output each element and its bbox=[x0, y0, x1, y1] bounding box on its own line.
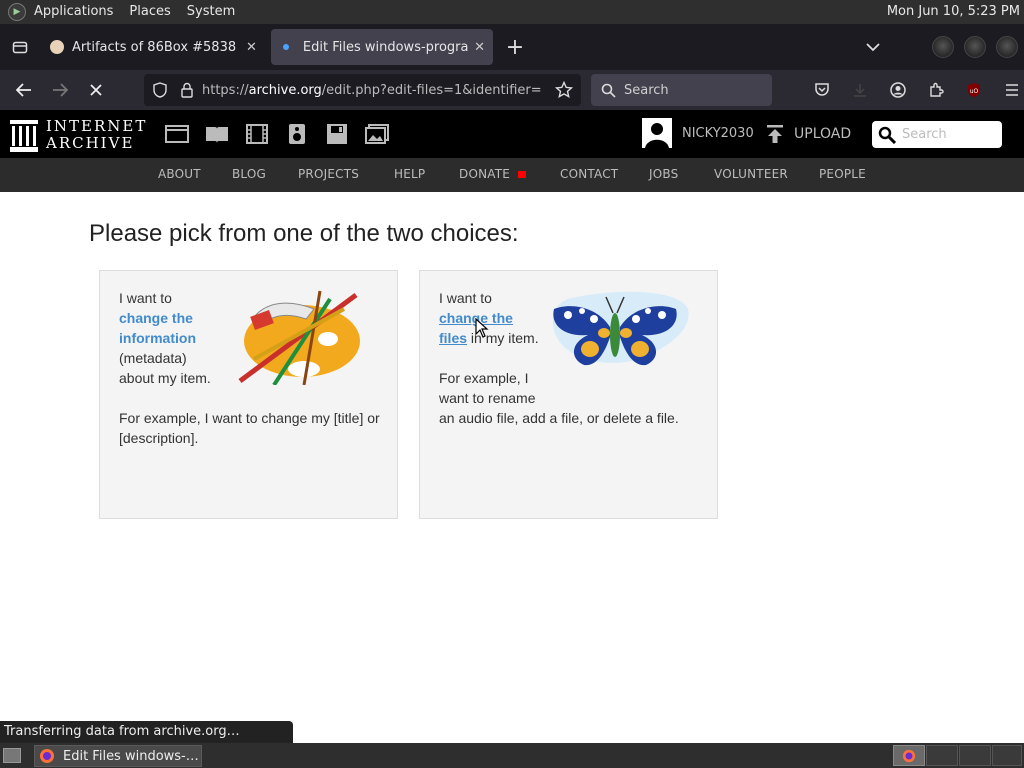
system-panel: ▶ Applications Places System Mon Jun 10,… bbox=[0, 0, 1024, 24]
url-path: /edit.php?edit-files=1&identifier=wi bbox=[321, 82, 542, 98]
menu-places[interactable]: Places bbox=[121, 0, 178, 24]
change-files-link-2[interactable]: files bbox=[439, 330, 467, 346]
url-text[interactable]: https://archive.org/edit.php?edit-files=… bbox=[202, 83, 542, 98]
bookmark-star-icon[interactable] bbox=[555, 81, 573, 99]
video-icon[interactable] bbox=[245, 124, 269, 144]
close-tab-icon[interactable]: ✕ bbox=[246, 40, 257, 55]
card2-line4: want to rename bbox=[439, 390, 536, 406]
tracking-shield-icon[interactable] bbox=[152, 82, 168, 98]
nav-help[interactable]: HELP bbox=[394, 167, 425, 181]
paint-palette-icon bbox=[234, 289, 370, 390]
nav-jobs[interactable]: JOBS bbox=[649, 167, 678, 181]
firefox-icon bbox=[40, 749, 54, 763]
search-icon bbox=[878, 126, 896, 144]
nav-about[interactable]: ABOUT bbox=[158, 167, 201, 181]
mouse-cursor-icon bbox=[475, 318, 489, 338]
ublock-origin-icon[interactable]: uO bbox=[956, 74, 992, 106]
ia-search-input[interactable]: Search bbox=[872, 121, 1002, 148]
texts-icon[interactable] bbox=[205, 124, 229, 144]
firefox-icon bbox=[902, 749, 916, 762]
menu-applications[interactable]: Applications bbox=[26, 0, 121, 24]
url-bar[interactable]: https://archive.org/edit.php?edit-files=… bbox=[144, 74, 581, 106]
loading-favicon-icon bbox=[283, 44, 289, 50]
show-desktop-icon[interactable] bbox=[3, 748, 21, 763]
page-heading: Please pick from one of the two choices: bbox=[89, 220, 519, 247]
upload-icon bbox=[767, 125, 783, 143]
ia-logo-line2: ARCHIVE bbox=[46, 134, 135, 152]
choice-card-files[interactable]: I want to change the files in my item. F… bbox=[419, 270, 718, 519]
new-tab-icon[interactable]: + bbox=[497, 29, 533, 65]
close-window-button[interactable] bbox=[996, 36, 1018, 58]
distro-logo-icon[interactable]: ▶ bbox=[8, 3, 26, 21]
avatar bbox=[642, 118, 672, 148]
close-tab-icon[interactable]: ✕ bbox=[474, 40, 485, 55]
ia-search-placeholder: Search bbox=[902, 127, 947, 142]
card2-line5: an audio file, add a file, or delete a f… bbox=[439, 410, 679, 426]
search-icon bbox=[601, 83, 616, 98]
tab-edit-files[interactable]: Edit Files windows-program ✕ bbox=[271, 29, 493, 65]
tab-artifacts[interactable]: Artifacts of 86Box #5838 : /( ✕ bbox=[42, 29, 267, 65]
user-menu[interactable]: NICKY2030 bbox=[642, 118, 754, 148]
navigation-bar: https://archive.org/edit.php?edit-files=… bbox=[0, 70, 1024, 110]
workspace-2[interactable] bbox=[926, 745, 958, 766]
nav-volunteer[interactable]: VOLUNTEER bbox=[714, 167, 788, 181]
workspace-3[interactable] bbox=[959, 745, 991, 766]
ia-secondary-nav: ABOUT BLOG PROJECTS HELP DONATE CONTACT … bbox=[0, 158, 1024, 192]
butterfly-icon bbox=[548, 289, 693, 378]
tab-title: Artifacts of 86Box #5838 : /( bbox=[72, 39, 240, 55]
card1-line5: [description]. bbox=[119, 430, 199, 446]
card1-line4: For example, I want to change my [title]… bbox=[119, 410, 380, 426]
minimize-window-button[interactable] bbox=[932, 36, 954, 58]
search-placeholder: Search bbox=[624, 82, 669, 98]
stop-loading-icon[interactable] bbox=[78, 74, 114, 106]
change-information-link[interactable]: change the bbox=[119, 310, 193, 326]
software-icon[interactable] bbox=[325, 124, 349, 144]
extensions-icon[interactable] bbox=[918, 74, 954, 106]
maximize-window-button[interactable] bbox=[964, 36, 986, 58]
github-favicon-icon bbox=[50, 40, 64, 54]
hamburger-menu-icon[interactable] bbox=[994, 74, 1024, 106]
url-prefix: https:// bbox=[202, 82, 249, 98]
pocket-icon[interactable] bbox=[804, 74, 840, 106]
forward-arrow-icon[interactable] bbox=[42, 74, 78, 106]
ia-logo-line1: INTERNET bbox=[46, 117, 148, 135]
nav-blog[interactable]: BLOG bbox=[232, 167, 266, 181]
ia-logo[interactable]: INTERNET ARCHIVE bbox=[10, 118, 147, 152]
images-icon[interactable] bbox=[365, 124, 389, 144]
nav-donate[interactable]: DONATE bbox=[459, 167, 527, 181]
list-tabs-chevron-icon[interactable] bbox=[855, 29, 891, 65]
status-bar: Transferring data from archive.org… bbox=[0, 721, 293, 743]
download-icon[interactable] bbox=[842, 74, 878, 106]
account-icon[interactable] bbox=[880, 74, 916, 106]
menu-system[interactable]: System bbox=[179, 0, 243, 24]
taskbar-item-label: Edit Files windows-… bbox=[63, 748, 199, 764]
change-information-link-2[interactable]: information bbox=[119, 330, 196, 346]
lock-icon[interactable] bbox=[180, 82, 194, 98]
web-icon[interactable] bbox=[165, 124, 189, 144]
tab-title: Edit Files windows-program bbox=[302, 39, 469, 55]
ia-temple-icon bbox=[10, 120, 38, 152]
audio-icon[interactable] bbox=[285, 124, 309, 144]
choice-card-metadata[interactable]: I want to change the information (metada… bbox=[99, 270, 398, 519]
upload-label: UPLOAD bbox=[794, 126, 852, 142]
ia-topnav: INTERNET ARCHIVE NICKY2030 UPLOAD Search bbox=[0, 110, 1024, 158]
username: NICKY2030 bbox=[682, 125, 754, 141]
taskbar-item-firefox[interactable]: Edit Files windows-… bbox=[34, 745, 202, 767]
donate-heart-icon bbox=[518, 171, 527, 178]
workspace-1[interactable] bbox=[893, 745, 925, 766]
url-host: archive.org bbox=[248, 82, 322, 98]
nav-people[interactable]: PEOPLE bbox=[819, 167, 866, 181]
tab-overview-icon[interactable] bbox=[2, 29, 38, 65]
workspace-4[interactable] bbox=[992, 745, 1022, 766]
svg-text:uO: uO bbox=[970, 88, 979, 95]
nav-contact[interactable]: CONTACT bbox=[560, 167, 618, 181]
browser-search-box[interactable]: Search bbox=[591, 74, 772, 106]
upload-button[interactable]: UPLOAD bbox=[766, 124, 851, 144]
taskbar: Edit Files windows-… bbox=[0, 743, 1024, 768]
back-arrow-icon[interactable] bbox=[6, 74, 42, 106]
tab-bar: Artifacts of 86Box #5838 : /( ✕ Edit Fil… bbox=[0, 24, 1024, 70]
nav-projects[interactable]: PROJECTS bbox=[298, 167, 359, 181]
clock[interactable]: Mon Jun 10, 5:23 PM bbox=[887, 0, 1020, 24]
nav-donate-label: DONATE bbox=[459, 167, 511, 181]
